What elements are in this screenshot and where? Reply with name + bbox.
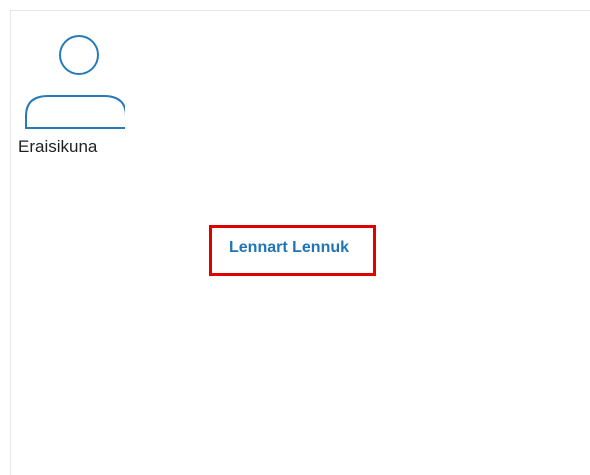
- representative-name-link[interactable]: Lennart Lennuk: [209, 225, 376, 276]
- person-type-label: Eraisikuna: [18, 137, 98, 156]
- person-outline-icon: [13, 18, 125, 130]
- representative-name[interactable]: Lennart Lennuk: [229, 238, 349, 258]
